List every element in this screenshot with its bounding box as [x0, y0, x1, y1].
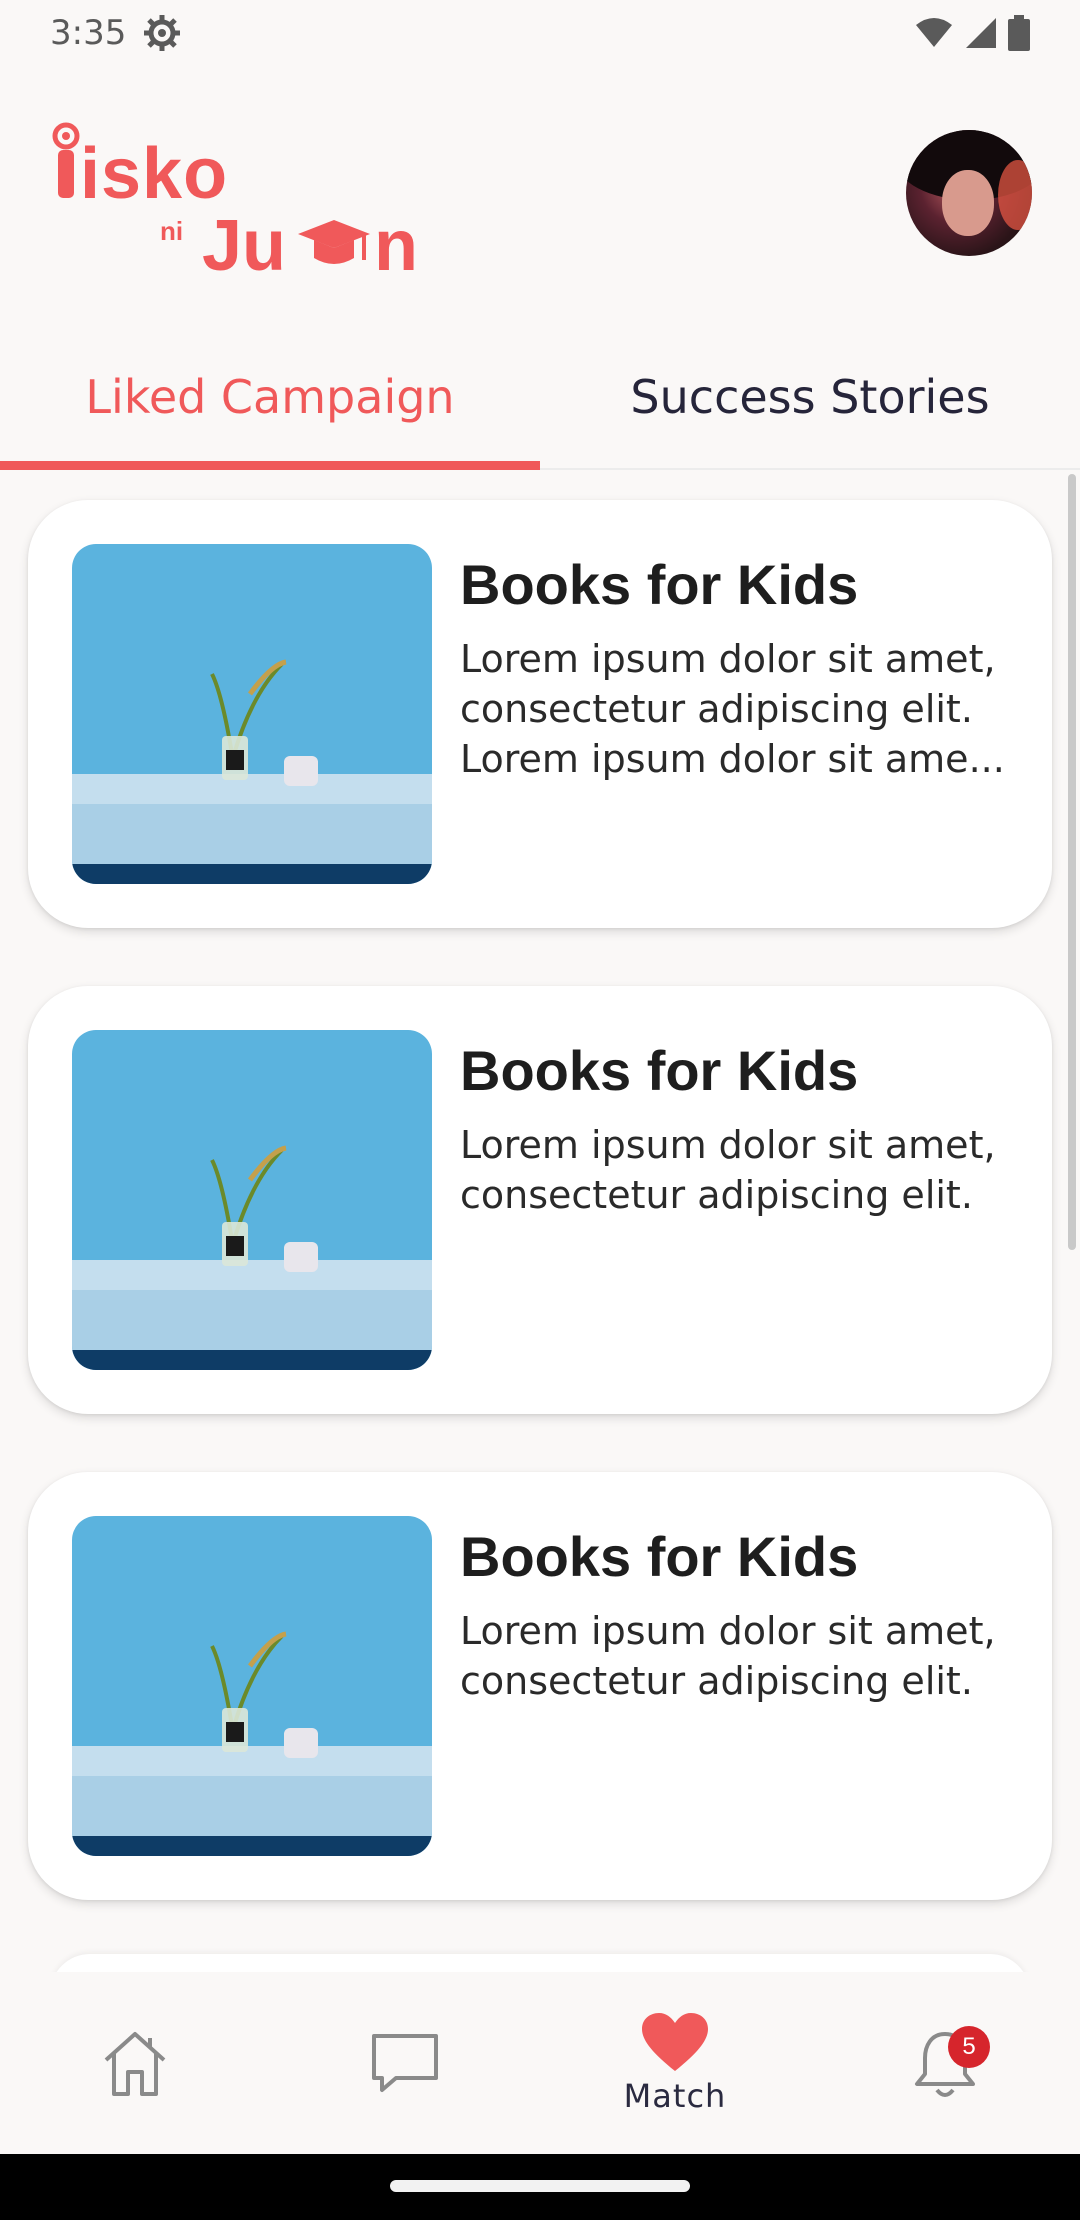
- nav-home[interactable]: [0, 1972, 270, 2154]
- description-line: Lorem ipsum dolor sit amet,: [460, 1123, 996, 1167]
- battery-icon: [1008, 15, 1030, 51]
- isko-ni-juan-logo: isko ni Ju n: [52, 122, 418, 278]
- bottom-navigation: Match 5: [0, 1972, 1080, 2154]
- user-avatar[interactable]: [906, 130, 1032, 256]
- nav-notifications[interactable]: 5: [810, 1972, 1080, 2154]
- logo-word-ju: Ju: [202, 206, 286, 278]
- signal-icon: [966, 18, 996, 48]
- home-icon: [104, 2032, 166, 2096]
- description-line: consectetur adipiscing elit.: [460, 1659, 973, 1703]
- status-bar: 3:35: [0, 0, 1080, 66]
- tab-label: Success Stories: [630, 370, 990, 424]
- scrollbar[interactable]: [1068, 474, 1076, 1250]
- description-line: consectetur adipiscing elit.: [460, 687, 973, 731]
- description-line: consectetur adipiscing elit.: [460, 1173, 973, 1217]
- campaign-title: Books for Kids: [460, 553, 859, 616]
- campaign-image: [72, 1516, 432, 1856]
- heart-icon: [642, 2013, 708, 2071]
- tab-bar: Liked Campaign Success Stories: [0, 344, 1080, 470]
- campaign-title: Books for Kids: [460, 1525, 859, 1588]
- campaign-card[interactable]: Books for Kids Lorem ipsum dolor sit ame…: [28, 986, 1052, 1414]
- tab-label: Liked Campaign: [85, 370, 455, 424]
- description-line: Lorem ipsum dolor sit amet,: [460, 637, 996, 681]
- nav-match[interactable]: Match: [540, 1972, 810, 2154]
- logo-word-n: n: [374, 206, 418, 278]
- nav-match-label: Match: [623, 2077, 727, 2115]
- tab-success-stories[interactable]: Success Stories: [540, 344, 1080, 468]
- system-gesture-bar: [0, 2154, 1080, 2220]
- campaign-card[interactable]: Books for Kids Lorem ipsum dolor sit ame…: [28, 1472, 1052, 1900]
- settings-gear-icon: [144, 15, 181, 51]
- status-icons: [914, 15, 1030, 51]
- wifi-icon: [916, 18, 952, 47]
- nav-messages[interactable]: [270, 1972, 540, 2154]
- campaign-description: Lorem ipsum dolor sit amet, consectetur …: [460, 1120, 1020, 1220]
- campaign-image: [72, 544, 432, 884]
- home-gesture-pill[interactable]: [390, 2180, 690, 2192]
- tab-liked-campaign[interactable]: Liked Campaign: [0, 344, 540, 470]
- status-time: 3:35: [50, 13, 127, 53]
- campaign-description: Lorem ipsum dolor sit amet, consectetur …: [460, 634, 1020, 784]
- logo-word-ni: ni: [160, 216, 183, 246]
- campaign-card[interactable]: Books for Kids Lorem ipsum dolor sit ame…: [28, 500, 1052, 928]
- chat-icon: [372, 2034, 438, 2092]
- notification-badge: 5: [948, 2026, 990, 2068]
- campaign-image: [72, 1030, 432, 1370]
- campaign-description: Lorem ipsum dolor sit amet, consectetur …: [460, 1606, 1020, 1706]
- description-line: Lorem ipsum dolor sit amet,: [460, 1609, 996, 1653]
- logo-word-isko: isko: [80, 134, 228, 214]
- campaign-title: Books for Kids: [460, 1039, 859, 1102]
- description-line: Lorem ipsum dolor sit ame...: [460, 737, 1005, 781]
